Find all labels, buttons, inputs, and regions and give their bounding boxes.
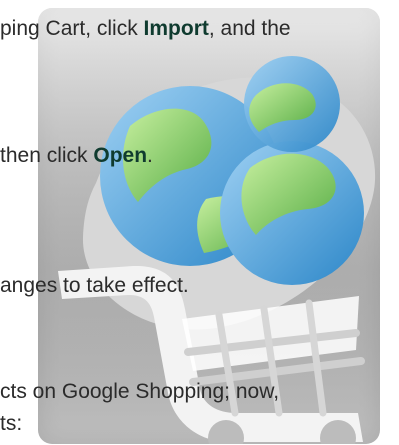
globe-cart-graphic <box>38 8 380 444</box>
globe-cart-icon <box>38 8 380 444</box>
instruction-line-tail: ts: <box>0 412 23 435</box>
page: ping Cart, click Import, and the then cl… <box>0 0 399 445</box>
